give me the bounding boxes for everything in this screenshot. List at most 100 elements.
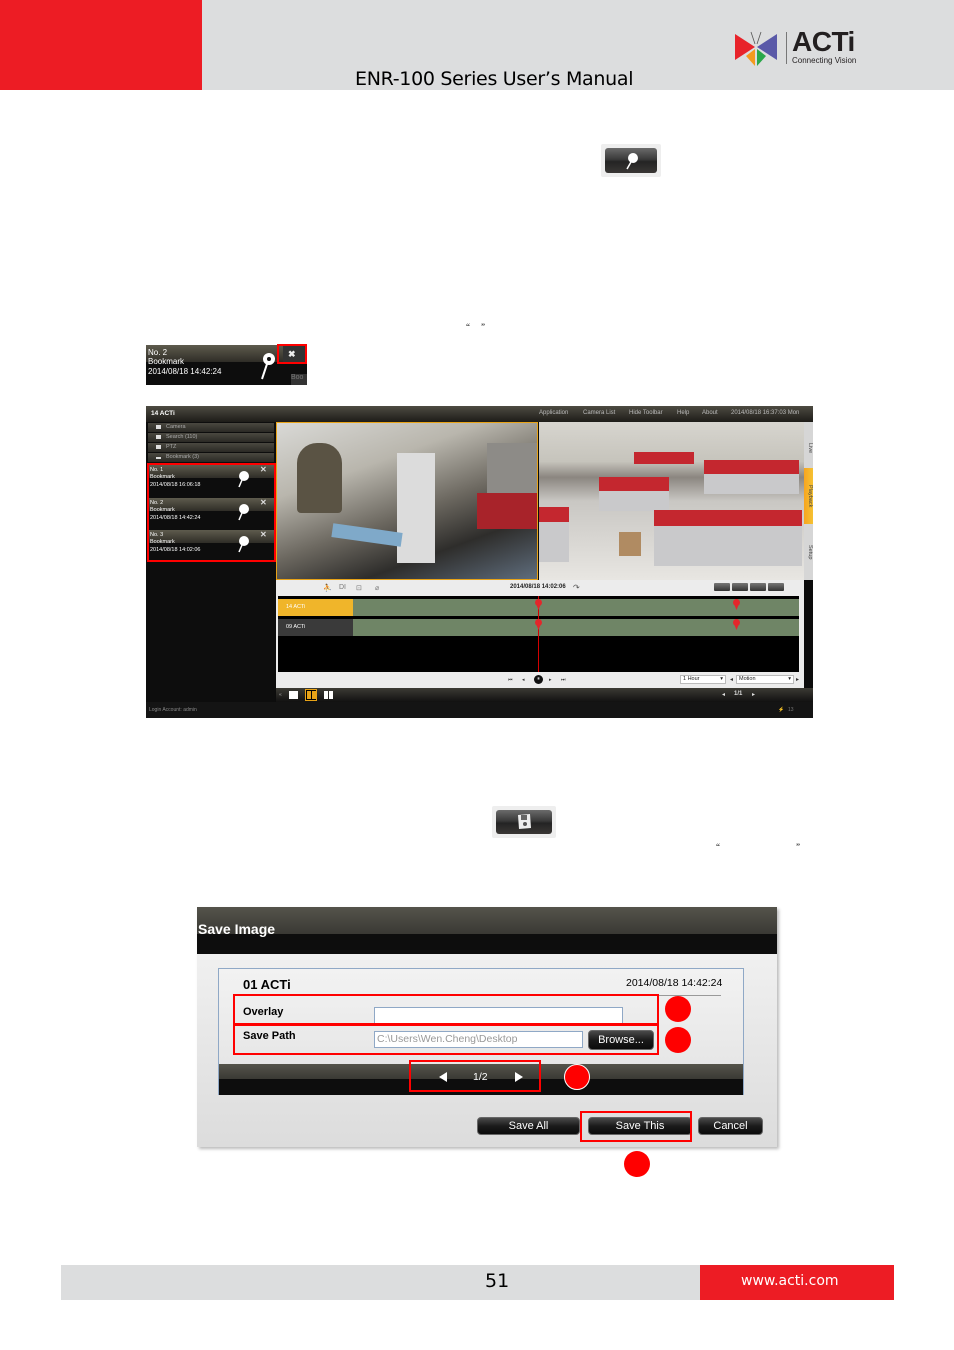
nvr-camera-title: 14 ACTi [151, 410, 175, 417]
next-page-icon[interactable]: ▸ [752, 691, 755, 698]
bookmark-number: No. 2 [148, 348, 168, 357]
collapse-sidebar-icon[interactable]: « [279, 692, 282, 698]
sidebar-item-camera[interactable]: Camera [148, 423, 274, 432]
snapshot-timestamp: 2014/08/18 14:42:24 [626, 977, 723, 989]
camera-view-1[interactable] [276, 422, 538, 580]
acti-butterfly-logo-icon [735, 31, 777, 66]
motion-icon[interactable]: ⛹ [323, 584, 332, 592]
sidebar-label: PTZ [166, 444, 177, 450]
chevron-down-icon: ▾ [788, 676, 791, 682]
status-bar [146, 702, 813, 718]
step-forward-button[interactable]: ▸ [549, 677, 552, 683]
sidebar-item-search[interactable]: Search (110) [148, 433, 274, 442]
save-tool-button[interactable] [750, 583, 766, 591]
highlight-bookmark-list [147, 463, 276, 562]
expand-icon [156, 445, 161, 449]
sidebar-item-ptz[interactable]: PTZ [148, 443, 274, 452]
save-all-button[interactable]: Save All [477, 1117, 580, 1135]
menu-hide-toolbar[interactable]: Hide Toolbar [629, 410, 663, 416]
camera-view-2[interactable] [539, 422, 804, 580]
logo-tagline: Connecting Vision [792, 56, 857, 65]
tamper-icon[interactable]: ⌀ [375, 584, 379, 592]
jump-icon[interactable]: ↷ [573, 583, 580, 592]
sidebar-item-bookmark[interactable]: Bookmark (3) [148, 453, 274, 462]
layout-dual-icon[interactable] [305, 689, 317, 701]
camera-name: 01 ACTi [243, 977, 291, 992]
quote-close: ” [796, 842, 800, 852]
search-tool-button[interactable] [714, 583, 730, 591]
bookmark-button-image [601, 144, 661, 177]
di-icon[interactable]: DI [339, 584, 346, 591]
sidebar-label: Camera [166, 424, 186, 430]
timeline-camera-label: 14 ACTi [278, 599, 353, 616]
tab-playback[interactable]: Playback [804, 468, 813, 524]
menu-application[interactable]: Application [539, 410, 568, 416]
prev-filter-icon[interactable]: ◂ [730, 676, 733, 683]
sidebar-label: Bookmark (3) [166, 454, 200, 460]
status-count: 13 [788, 707, 794, 713]
bookmark-marker-icon[interactable] [535, 599, 542, 610]
bookmark-tool-button[interactable] [768, 583, 784, 591]
floppy-disk-icon [518, 814, 531, 829]
next-filter-icon[interactable]: ▸ [796, 676, 799, 683]
timeline-camera-label: 09 ACTi [278, 619, 353, 636]
callout-dot-4 [624, 1151, 650, 1177]
highlight-close-box [277, 344, 307, 364]
callout-dot-1 [665, 996, 691, 1022]
highlight-overlay-row [233, 994, 659, 1025]
bookmark-marker-icon[interactable] [535, 619, 542, 630]
expand-icon [156, 435, 161, 439]
menu-camera-list[interactable]: Camera List [583, 410, 615, 416]
network-icon: ⚡ [778, 707, 785, 713]
step-back-button[interactable]: ◂ [522, 677, 525, 683]
nvr-playback-screenshot: 14 ACTi Application Camera List Hide Too… [146, 406, 813, 718]
bookmark-pin-icon [626, 153, 638, 170]
tab-setup[interactable]: Setup [804, 532, 813, 572]
cancel-button[interactable]: Cancel [698, 1117, 763, 1135]
menu-about[interactable]: About [702, 410, 718, 416]
snapshot-tool-button[interactable] [732, 583, 748, 591]
quote-open: “ [466, 322, 470, 332]
bookmark-pin-icon [261, 353, 275, 380]
timeline-track[interactable]: 14 ACTi 09 ACTi [278, 596, 799, 672]
prev-page-icon[interactable]: ◂ [722, 691, 725, 698]
bookmark-tab-partial: Boo [291, 374, 307, 385]
tab-live[interactable]: Live [804, 428, 813, 468]
time-range-select[interactable]: 1 Hour ▾ [680, 675, 726, 684]
timeline-current-time: 2014/08/18 14:02:06 [510, 584, 566, 590]
sidebar-label: Search (110) [166, 434, 198, 440]
fast-forward-button[interactable]: ⏭ [561, 677, 566, 683]
collapse-icon [156, 457, 161, 459]
bookmark-marker-icon[interactable] [733, 599, 740, 610]
highlight-pager [409, 1060, 541, 1092]
save-image-button-image [492, 806, 556, 838]
expand-icon [156, 425, 161, 429]
fast-rewind-button[interactable]: ⏮ [508, 677, 513, 683]
chevron-down-icon: ▾ [720, 676, 723, 682]
menu-help[interactable]: Help [677, 410, 689, 416]
header-red-block [0, 0, 202, 90]
layout-bar: « ◂ 1/1 ▸ [276, 688, 813, 702]
dialog-header-lower [197, 934, 777, 954]
highlight-save-this [580, 1111, 692, 1142]
alarm-icon[interactable]: ⊡ [356, 584, 362, 592]
layout-quad-icon[interactable] [324, 691, 333, 699]
quote-close: ” [481, 322, 485, 332]
logo-separator [786, 32, 787, 64]
bookmark-marker-icon[interactable] [733, 619, 740, 630]
timeline-panel: ⛹ DI ⊡ ⌀ 2014/08/18 14:02:06 ↷ 14 ACTi 0… [276, 580, 804, 688]
time-range-value: 1 Hour [683, 676, 700, 682]
callout-dot-2 [665, 1027, 691, 1053]
layout-single-icon[interactable] [289, 691, 298, 699]
website-link[interactable]: www.acti.com [741, 1273, 839, 1289]
manual-title: ENR-100 Series User’s Manual [355, 68, 634, 90]
logo-wordmark: ACTi [792, 26, 855, 57]
login-account: Login Account: admin [149, 707, 197, 713]
layout-page: 1/1 [734, 691, 743, 697]
nvr-sidebar: Camera Search (110) PTZ Bookmark (3) No.… [146, 422, 276, 710]
pause-button[interactable]: ⏸ [534, 675, 543, 684]
bookmark-timestamp: 2014/08/18 14:42:24 [148, 367, 222, 376]
bookmark-label: Bookmark [148, 357, 185, 366]
mode-tabs: Live Playback Setup [804, 422, 813, 580]
event-filter-select[interactable]: Motion ▾ [736, 675, 794, 684]
